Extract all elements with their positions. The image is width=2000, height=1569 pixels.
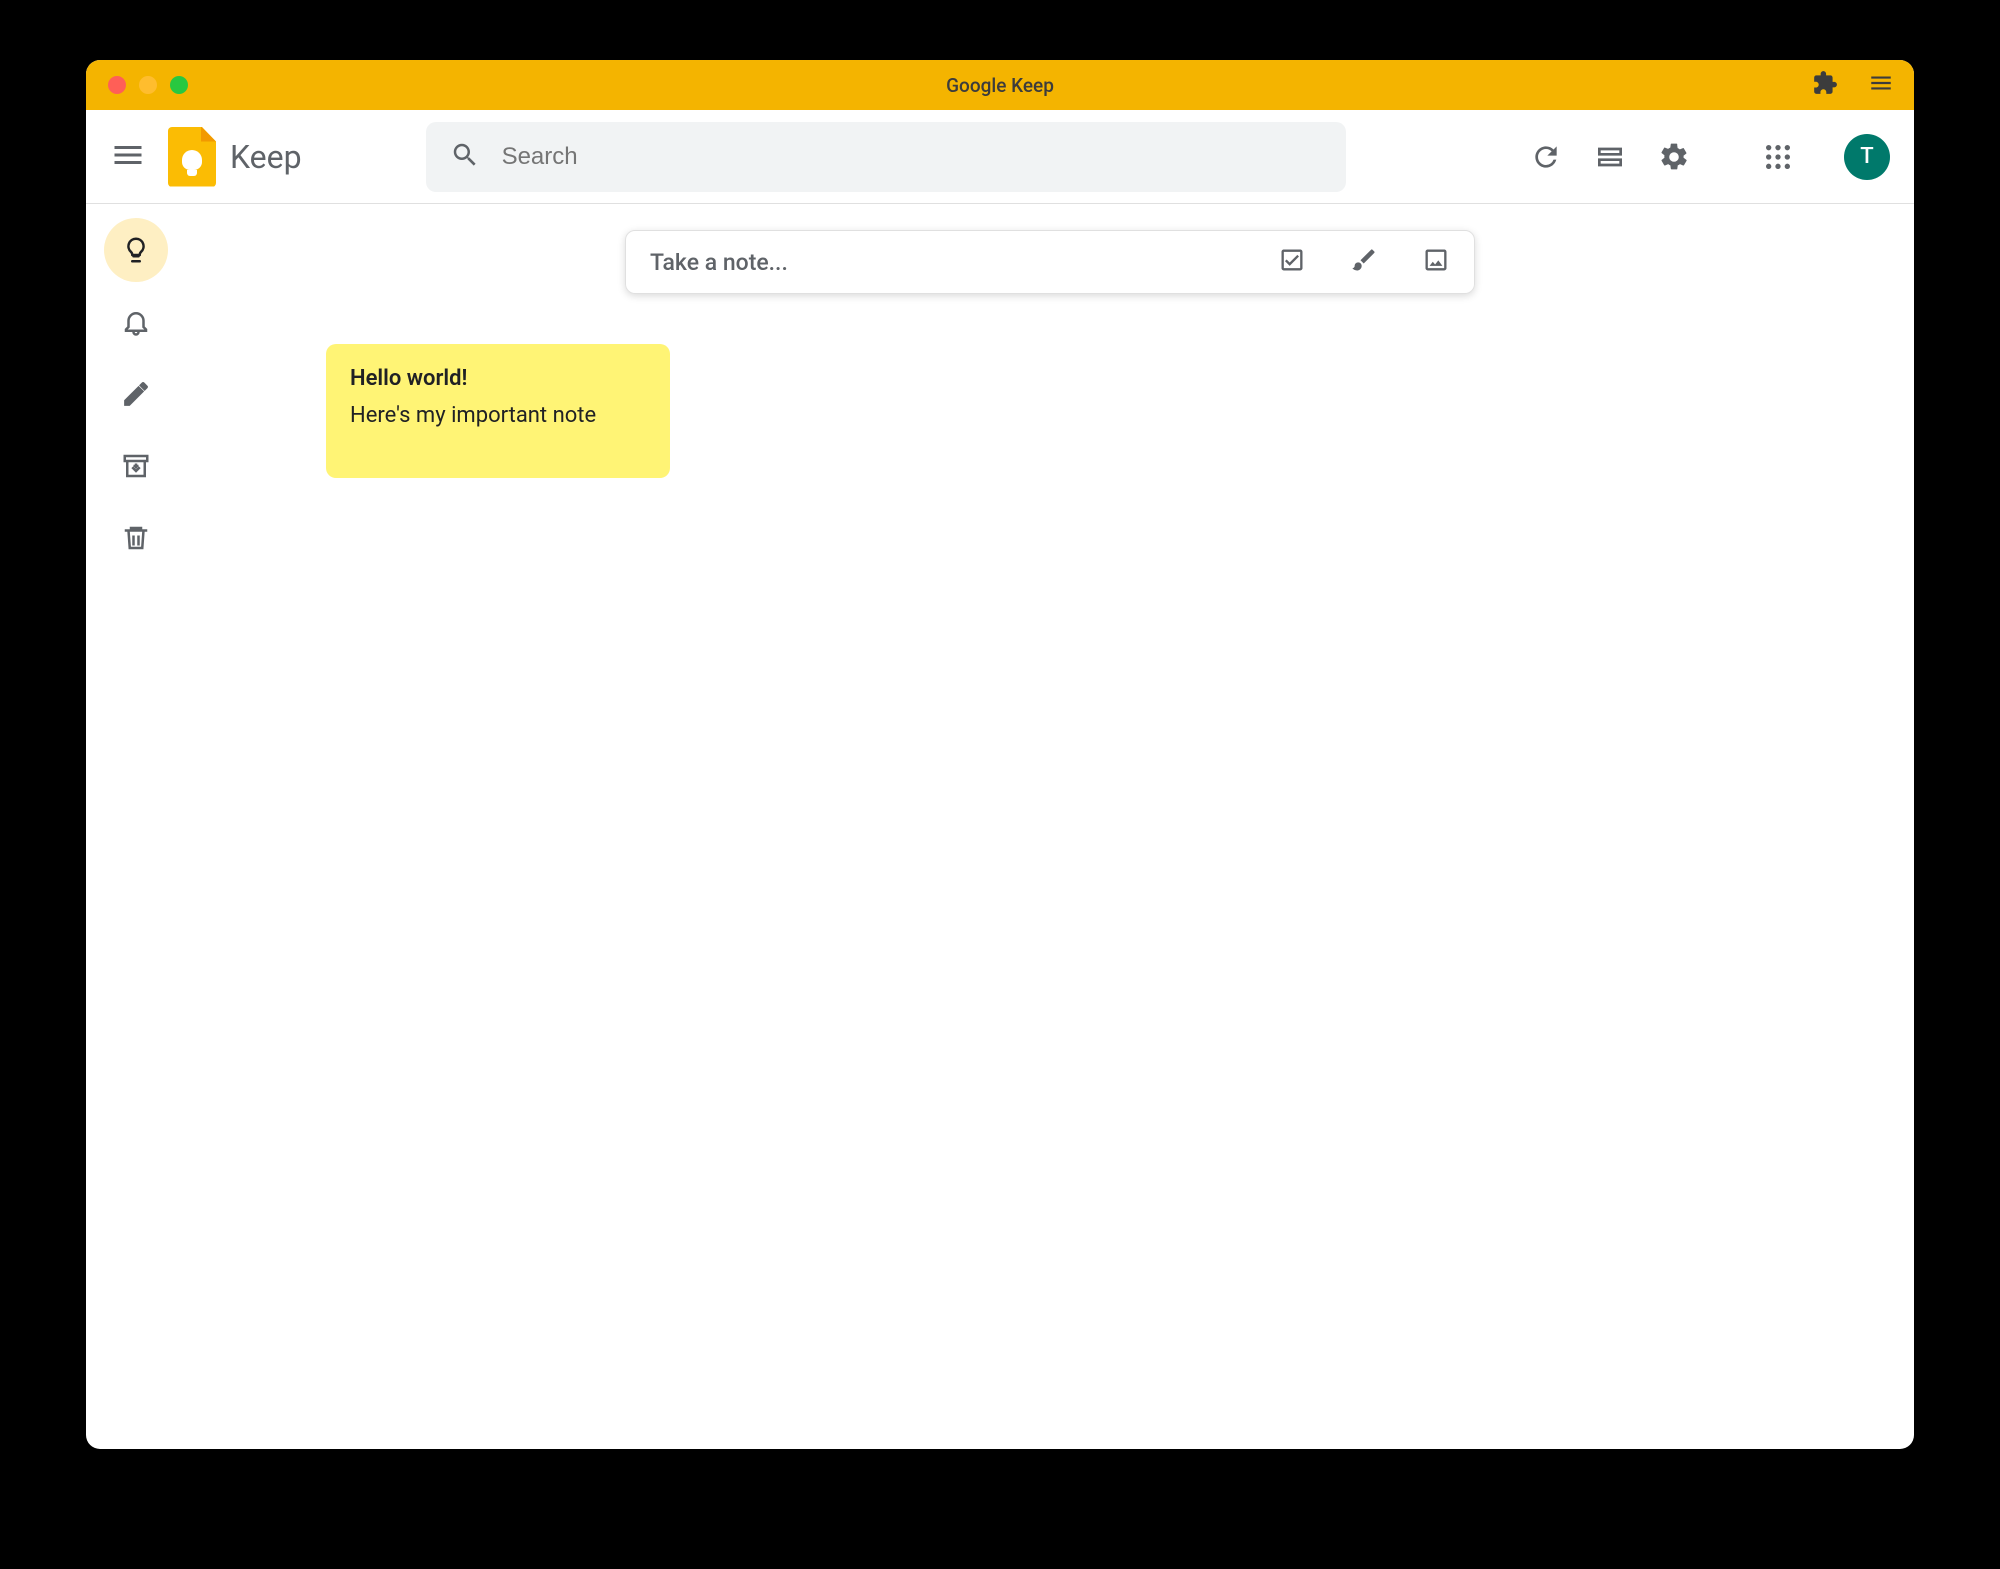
take-note-placeholder: Take a note... — [650, 249, 1264, 276]
sidebar — [86, 204, 186, 1449]
note-title: Hello world! — [350, 366, 646, 391]
pencil-icon — [121, 379, 151, 409]
search-box[interactable] — [426, 122, 1346, 192]
take-note-bar[interactable]: Take a note... — [625, 230, 1475, 294]
window-controls — [86, 76, 188, 94]
window-title: Google Keep — [946, 74, 1054, 97]
note-body: Here's my important note — [350, 403, 646, 428]
browser-menu-icon[interactable] — [1868, 70, 1894, 100]
sidebar-item-reminders[interactable] — [104, 290, 168, 354]
google-apps-button[interactable] — [1762, 141, 1794, 173]
list-view-button[interactable] — [1594, 141, 1626, 173]
account-avatar[interactable]: T — [1844, 134, 1890, 180]
search-input[interactable] — [502, 143, 1322, 171]
window-titlebar: Google Keep — [86, 60, 1914, 110]
window-minimize-button[interactable] — [139, 76, 157, 94]
extensions-icon[interactable] — [1812, 70, 1838, 100]
app-window: Google Keep Keep — [86, 60, 1914, 1449]
settings-button[interactable] — [1658, 141, 1690, 173]
new-image-note-button[interactable] — [1422, 246, 1450, 278]
sidebar-item-trash[interactable] — [104, 506, 168, 570]
window-maximize-button[interactable] — [170, 76, 188, 94]
app-header: Keep T — [86, 110, 1914, 204]
sidebar-item-notes[interactable] — [104, 218, 168, 282]
trash-icon — [121, 523, 151, 553]
new-list-button[interactable] — [1278, 246, 1306, 278]
notes-grid: Hello world! Here's my important note — [226, 344, 1874, 478]
sidebar-item-archive[interactable] — [104, 434, 168, 498]
main-menu-button[interactable] — [110, 137, 146, 177]
keep-logo-icon — [168, 127, 216, 187]
search-icon — [450, 140, 480, 174]
logo-area[interactable]: Keep — [168, 127, 302, 187]
archive-icon — [121, 451, 151, 481]
lightbulb-icon — [121, 235, 151, 265]
main-content: Take a note... Hello world! Here' — [186, 204, 1914, 1449]
app-name: Keep — [230, 138, 302, 176]
new-drawing-button[interactable] — [1350, 246, 1378, 278]
sidebar-item-edit-labels[interactable] — [104, 362, 168, 426]
window-close-button[interactable] — [108, 76, 126, 94]
note-card[interactable]: Hello world! Here's my important note — [326, 344, 670, 478]
refresh-button[interactable] — [1530, 141, 1562, 173]
bell-icon — [121, 307, 151, 337]
